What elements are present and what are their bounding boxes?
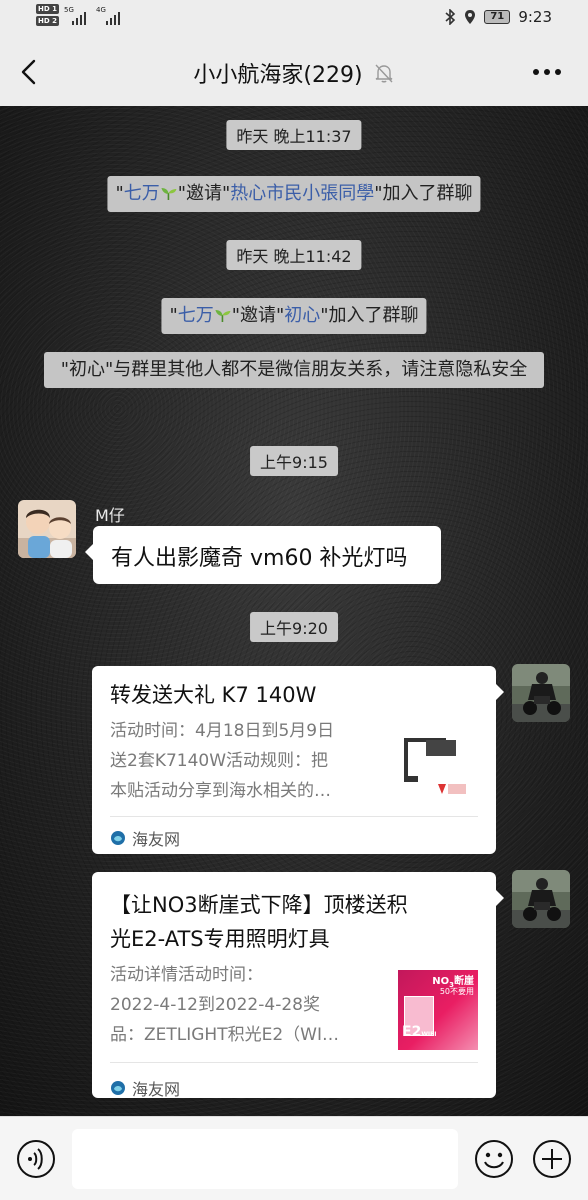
card-desc-line: 活动详情活动时间： bbox=[110, 965, 263, 985]
card-source: 海友网 bbox=[110, 826, 180, 850]
source-name: 海友网 bbox=[132, 1080, 181, 1099]
bluetooth-icon bbox=[445, 9, 456, 25]
card-title-line: 【让NO3断崖式下降】顶楼送积 bbox=[110, 893, 408, 917]
divider bbox=[110, 1062, 478, 1063]
plus-icon[interactable] bbox=[532, 1139, 572, 1179]
avatar-photo bbox=[18, 500, 76, 558]
title-bar: 小小航海家(229) bbox=[0, 38, 588, 106]
group-name: 小小航海家(229) bbox=[193, 63, 363, 88]
user-link[interactable]: 七万 bbox=[124, 183, 160, 204]
status-bar: HD 1 HD 2 5G 4G 71 9:23 bbox=[0, 0, 588, 38]
card-desc-line: 送2套K7140W活动规则：把 bbox=[110, 751, 329, 771]
card-desc-line: 品：ZETLIGHT积光E2（WI… bbox=[110, 1025, 339, 1045]
privacy-notice: "初心"与群里其他人都不是微信朋友关系，请注意隐私安全 bbox=[44, 352, 544, 388]
status-right: 71 9:23 bbox=[444, 8, 552, 26]
network-4g-label: 4G bbox=[96, 6, 106, 14]
timestamp: 昨天 晚上11:42 bbox=[226, 240, 362, 270]
system-message: "七万 "邀请"初心"加入了群聊 bbox=[161, 298, 427, 334]
sprout-icon bbox=[215, 310, 231, 322]
link-card[interactable]: 转发送大礼 K7 140W 活动时间：4月18日到5月9日 送2套K7140W活… bbox=[92, 666, 504, 854]
system-text: "邀请" bbox=[177, 183, 231, 204]
card-desc-line: 本贴活动分享到海水相关的… bbox=[110, 781, 331, 801]
source-icon bbox=[111, 831, 125, 845]
emoji-icon[interactable] bbox=[474, 1139, 514, 1179]
card-source: 海友网 bbox=[110, 1076, 180, 1100]
source-name: 海友网 bbox=[132, 830, 181, 849]
thumb-text: 50不要用 bbox=[439, 987, 474, 996]
source-icon bbox=[111, 1081, 125, 1095]
sim1-badge: HD 1 bbox=[36, 4, 59, 14]
thumb-text: E2WIFI bbox=[402, 1024, 437, 1040]
sim-indicators: HD 1 HD 2 bbox=[36, 4, 61, 26]
user-link[interactable]: 初心 bbox=[284, 305, 320, 326]
chat-title: 小小航海家(229) bbox=[0, 57, 588, 89]
link-card[interactable]: 【让NO3断崖式下降】顶楼送积 光E2-ATS专用照明灯具 活动详情活动时间： … bbox=[92, 872, 504, 1100]
signal-icon bbox=[72, 12, 86, 25]
timestamp: 上午9:15 bbox=[250, 446, 338, 476]
sim2-badge: HD 2 bbox=[36, 16, 59, 26]
avatar-photo bbox=[512, 870, 570, 928]
signal-icon bbox=[106, 12, 120, 25]
message-bubble[interactable]: 有人出影魔奇 vm60 补光灯吗 bbox=[85, 526, 441, 584]
avatar[interactable] bbox=[512, 664, 570, 722]
card-title: 转发送大礼 K7 140W bbox=[110, 683, 317, 707]
card-desc-line: 2022-4-12到2022-4-28奖 bbox=[110, 995, 320, 1015]
bell-off-icon bbox=[375, 64, 393, 83]
avatar[interactable] bbox=[512, 870, 570, 928]
system-text: "加入了群聊 bbox=[320, 305, 419, 326]
system-message: "七万 "邀请"热心市民小張同學"加入了群聊 bbox=[107, 176, 481, 212]
avatar[interactable] bbox=[18, 500, 76, 558]
card-desc-line: 活动时间：4月18日到5月9日 bbox=[110, 721, 335, 741]
sender-name: M仔 bbox=[95, 506, 125, 525]
sprout-icon bbox=[161, 188, 177, 200]
battery-icon: 71 bbox=[484, 10, 511, 24]
clock: 9:23 bbox=[518, 8, 552, 26]
location-icon bbox=[465, 10, 476, 24]
user-link[interactable]: 热心市民小張同學 bbox=[230, 183, 374, 204]
message-text: 有人出影魔奇 vm60 补光灯吗 bbox=[111, 546, 408, 571]
timestamp: 上午9:20 bbox=[250, 612, 338, 642]
card-description: 活动时间：4月18日到5月9日 送2套K7140W活动规则：把 本贴活动分享到海… bbox=[110, 718, 390, 804]
voice-icon[interactable] bbox=[16, 1139, 56, 1179]
card-description: 活动详情活动时间： 2022-4-12到2022-4-28奖 品：ZETLIGH… bbox=[110, 962, 390, 1048]
more-dots-icon[interactable] bbox=[532, 68, 562, 76]
timestamp: 昨天 晚上11:37 bbox=[226, 120, 362, 150]
system-text: "邀请" bbox=[231, 305, 285, 326]
card-title: 【让NO3断崖式下降】顶楼送积 光E2-ATS专用照明灯具 bbox=[110, 888, 408, 956]
user-link[interactable]: 七万 bbox=[178, 305, 214, 326]
input-bar bbox=[0, 1116, 588, 1200]
card-thumbnail bbox=[398, 728, 478, 808]
card-thumbnail: NO3断崖 50不要用 E2WIFI bbox=[398, 970, 478, 1050]
chat-area[interactable]: 昨天 晚上11:37 "七万 "邀请"热心市民小張同學"加入了群聊 昨天 晚上11… bbox=[0, 106, 588, 1116]
avatar-photo bbox=[512, 664, 570, 722]
message-input[interactable] bbox=[72, 1129, 458, 1189]
system-text: "加入了群聊 bbox=[374, 183, 473, 204]
divider bbox=[110, 816, 478, 817]
card-title-line: 光E2-ATS专用照明灯具 bbox=[110, 927, 330, 951]
